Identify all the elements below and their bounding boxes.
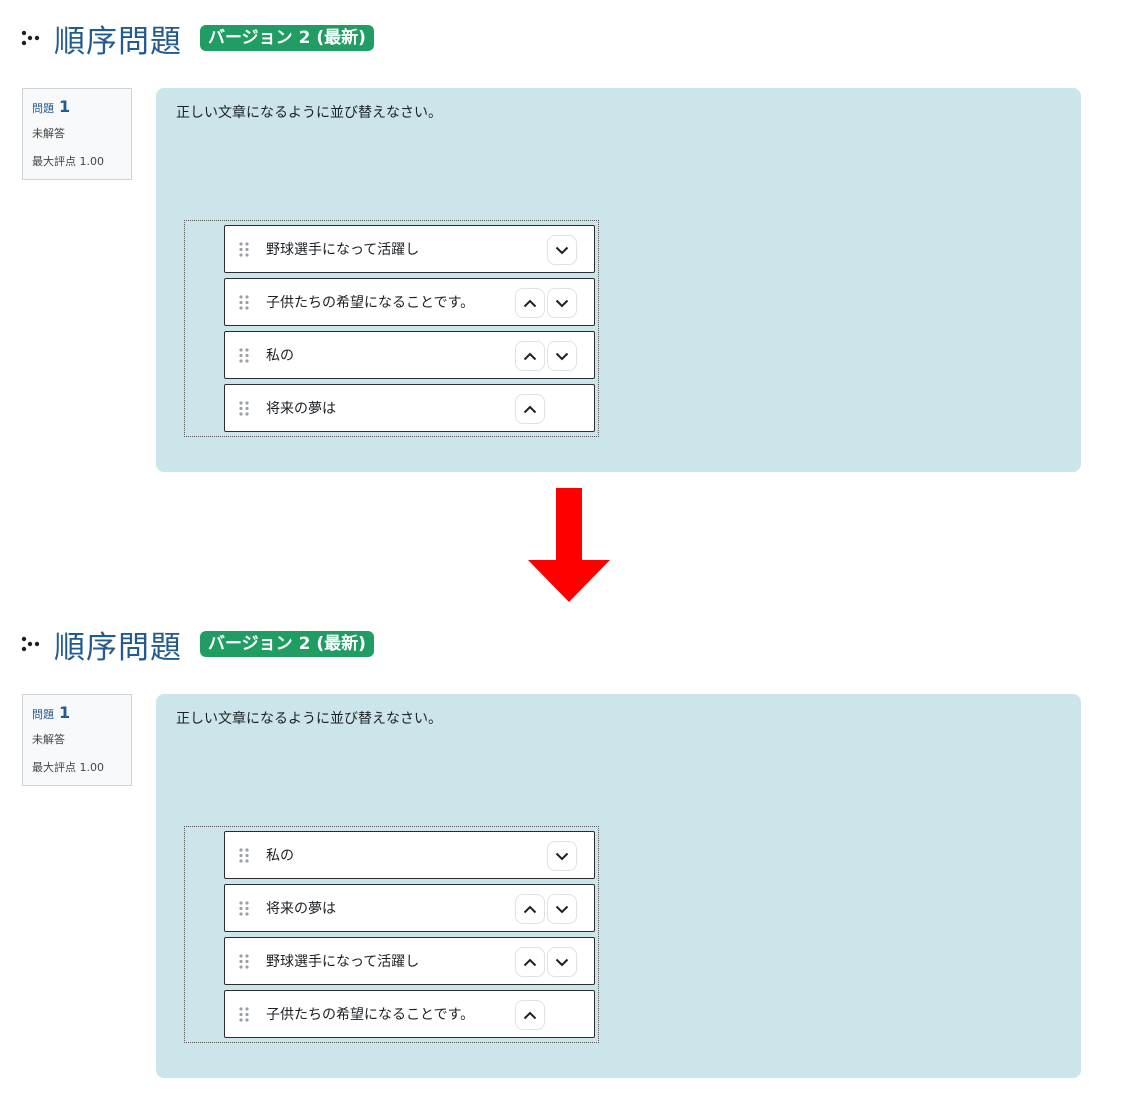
move-down-button[interactable] [547, 341, 577, 371]
question-text: 正しい文章になるように並び替えなさい。 [176, 105, 442, 121]
ordering-item[interactable]: 将来の夢は [224, 884, 595, 932]
ordering-list: 私の 将来の夢は 野球選手になって活躍し 子供たちの希望になることです。 [184, 826, 599, 1043]
question-number-label: 問題 [32, 708, 54, 721]
question-number-value: 1 [59, 703, 71, 722]
ordering-item[interactable]: 子供たちの希望になることです。 [224, 278, 595, 326]
drag-handle-icon[interactable] [239, 954, 249, 969]
move-down-button[interactable] [547, 841, 577, 871]
question-text: 正しい文章になるように並び替えなさい。 [176, 711, 442, 727]
drag-handle-icon[interactable] [239, 848, 249, 863]
ordering-list: 野球選手になって活躍し 子供たちの希望になることです。 私の 将来の夢は [184, 220, 599, 437]
question-number-label: 問題 [32, 102, 54, 115]
ordering-item[interactable]: 将来の夢は [224, 384, 595, 432]
ordering-dots-icon [20, 633, 42, 655]
ordering-item-label: 私の [266, 348, 294, 364]
ordering-item[interactable]: 私の [224, 831, 595, 879]
question-header: 順序問題 バージョン 2 (最新) [20, 16, 374, 60]
ordering-item[interactable]: 子供たちの希望になることです。 [224, 990, 595, 1038]
move-up-button[interactable] [515, 894, 545, 924]
question-max-grade: 最大評点 1.00 [32, 155, 104, 168]
drag-handle-icon[interactable] [239, 242, 249, 257]
ordering-item[interactable]: 野球選手になって活躍し [224, 937, 595, 985]
drag-handle-icon[interactable] [239, 295, 249, 310]
move-up-button[interactable] [515, 394, 545, 424]
down-arrow-icon [528, 488, 610, 602]
move-up-button[interactable] [515, 947, 545, 977]
move-down-button[interactable] [547, 947, 577, 977]
ordering-item-label: 子供たちの希望になることです。 [266, 295, 475, 311]
ordering-item-label: 子供たちの希望になることです。 [266, 1007, 475, 1023]
ordering-item-label: 将来の夢は [266, 401, 336, 417]
move-up-button[interactable] [515, 288, 545, 318]
version-badge: バージョン 2 (最新) [200, 25, 374, 51]
ordering-item-label: 野球選手になって活躍し [266, 242, 420, 258]
ordering-dots-icon [20, 27, 42, 49]
drag-handle-icon[interactable] [239, 901, 249, 916]
question-max-grade: 最大評点 1.00 [32, 761, 104, 774]
question-panel-before: 順序問題 バージョン 2 (最新) 問題 1 未解答 最大評点 1.00 正しい… [0, 0, 1125, 490]
ordering-item[interactable]: 私の [224, 331, 595, 379]
drag-handle-icon[interactable] [239, 1007, 249, 1022]
question-info-box: 問題 1 未解答 最大評点 1.00 [22, 88, 132, 180]
drag-handle-icon[interactable] [239, 348, 249, 363]
page-title: 順序問題 [54, 23, 182, 60]
ordering-item[interactable]: 野球選手になって活躍し [224, 225, 595, 273]
ordering-item-label: 私の [266, 848, 294, 864]
question-content: 正しい文章になるように並び替えなさい。 野球選手になって活躍し 子供たちの希望に… [156, 88, 1081, 472]
question-content: 正しい文章になるように並び替えなさい。 私の 将来の夢は 野球選手になって活躍し [156, 694, 1081, 1078]
question-info-box: 問題 1 未解答 最大評点 1.00 [22, 694, 132, 786]
question-number-value: 1 [59, 97, 71, 116]
question-state: 未解答 [32, 733, 65, 746]
version-badge: バージョン 2 (最新) [200, 631, 374, 657]
question-number: 問題 1 [32, 703, 122, 722]
page-title: 順序問題 [54, 629, 182, 666]
move-down-button[interactable] [547, 235, 577, 265]
move-down-button[interactable] [547, 288, 577, 318]
question-header: 順序問題 バージョン 2 (最新) [20, 622, 374, 666]
question-state: 未解答 [32, 127, 65, 140]
question-number: 問題 1 [32, 97, 122, 116]
drag-handle-icon[interactable] [239, 401, 249, 416]
question-panel-after: 順序問題 バージョン 2 (最新) 問題 1 未解答 最大評点 1.00 正しい… [0, 606, 1125, 1096]
ordering-item-label: 野球選手になって活躍し [266, 954, 420, 970]
move-up-button[interactable] [515, 1000, 545, 1030]
move-up-button[interactable] [515, 341, 545, 371]
move-down-button[interactable] [547, 894, 577, 924]
ordering-item-label: 将来の夢は [266, 901, 336, 917]
